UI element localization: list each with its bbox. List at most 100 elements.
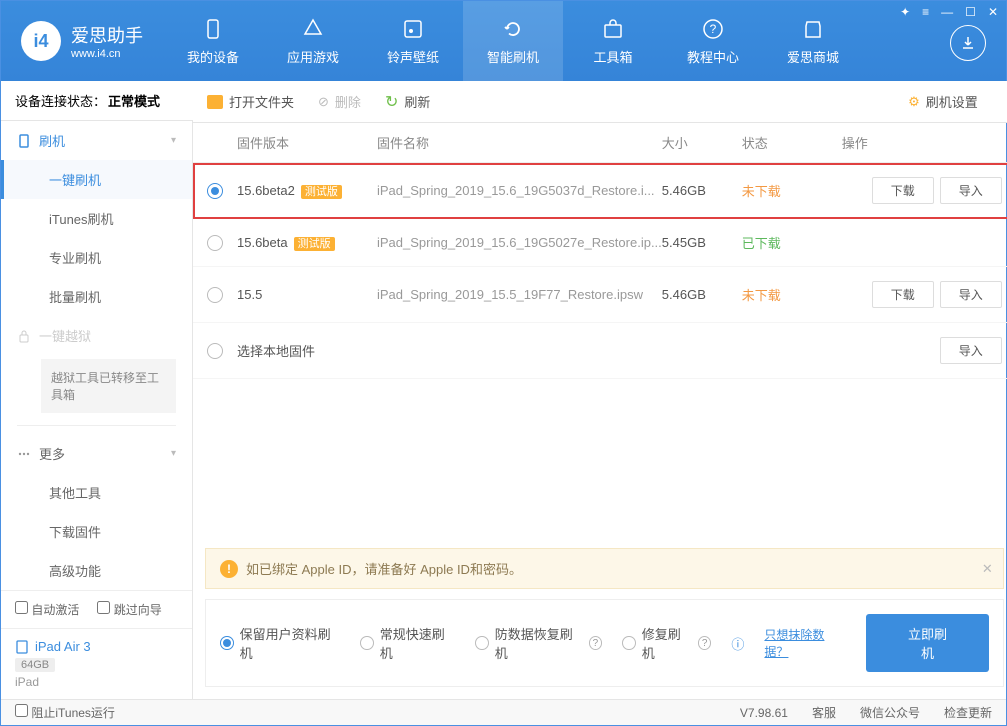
row-radio[interactable] [207,235,223,251]
nav-apps[interactable]: 应用游戏 [263,1,363,81]
firmware-table: 15.6beta2 测试版 iPad_Spring_2019_15.6_19G50… [193,163,1007,540]
nav-refresh[interactable]: 智能刷机 [463,1,563,81]
help-icon[interactable]: ? [698,636,712,650]
menu-icon[interactable]: ✦ [900,5,910,19]
sidebar-item-pro[interactable]: 专业刷机 [1,238,192,277]
device-icon [201,17,225,41]
tablet-icon [15,640,29,654]
version-text: 15.6beta2 [237,183,295,198]
sidebar-section-more[interactable]: 更多 ▾ [1,434,192,473]
close-icon[interactable]: ✕ [988,5,998,19]
firmware-row[interactable]: 15.5 iPad_Spring_2019_15.5_19F77_Restore… [193,267,1007,323]
beta-badge: 测试版 [301,185,342,199]
maximize-icon[interactable]: ☐ [965,5,976,19]
auto-activate-checkbox[interactable]: 自动激活 [15,601,79,618]
app-name: 爱思助手 [71,22,143,48]
size-text: 5.46GB [662,287,742,302]
app-url: www.i4.cn [71,48,143,60]
open-folder-button[interactable]: 打开文件夹 [207,92,294,111]
sidebar-item-advanced[interactable]: 高级功能 [1,551,192,590]
flash-icon [17,134,31,148]
download-circle-button[interactable] [950,25,986,61]
firmware-row[interactable]: 选择本地固件 导入 [193,323,1007,379]
row-radio[interactable] [207,183,223,199]
wechat-link[interactable]: 微信公众号 [860,704,920,721]
content: 打开文件夹 ⊘ 删除 ↻ 刷新 ⚙ 刷机设置 固件版本 固件名称 大小 状态 操… [193,81,1007,699]
main-nav: 我的设备应用游戏铃声壁纸智能刷机工具箱?教程中心爱思商城 [163,1,863,81]
update-link[interactable]: 检查更新 [944,704,992,721]
nav-device[interactable]: 我的设备 [163,1,263,81]
toolbox-icon [601,17,625,41]
erase-link[interactable]: 只想抹除数据？ [764,626,846,660]
option-radio[interactable] [622,636,636,650]
flash-option[interactable]: 常规快速刷机 [360,624,455,662]
refresh-button[interactable]: ↻ 刷新 [385,92,430,112]
sidebar-section-jailbreak: 一键越狱 [1,316,192,355]
flash-now-button[interactable]: 立即刷机 [866,614,989,672]
sidebar-item-itunes[interactable]: iTunes刷机 [1,199,192,238]
more-icon [17,447,31,461]
info-icon: ⓘ [731,634,744,653]
nav-help[interactable]: ?教程中心 [663,1,763,81]
help-icon: ? [701,17,725,41]
firmware-row[interactable]: 15.6beta2测试版 iPad_Spring_2019_15.6_19G50… [193,163,1007,219]
option-radio[interactable] [220,636,234,650]
flash-option[interactable]: 防数据恢复刷机? [475,624,602,662]
size-text: 5.46GB [662,183,742,198]
import-button[interactable]: 导入 [940,177,1002,204]
footer: 阻止iTunes运行 V7.98.61 客服 微信公众号 检查更新 [1,699,1006,725]
help-icon[interactable]: ? [589,636,603,650]
status-text: 已下载 [742,233,842,252]
firmware-name: iPad_Spring_2019_15.5_19F77_Restore.ipsw [377,287,662,302]
status-text: 未下载 [742,285,842,304]
sidebar-item-batch[interactable]: 批量刷机 [1,277,192,316]
firmware-row[interactable]: 15.6beta测试版 iPad_Spring_2019_15.6_19G502… [193,219,1007,267]
apps-icon [301,17,325,41]
list-icon[interactable]: ≡ [922,5,929,19]
option-radio[interactable] [475,636,489,650]
version-text: 15.6beta [237,235,288,250]
connection-status: 设备连接状态： 正常模式 [1,81,193,121]
version-label: V7.98.61 [740,706,788,720]
sidebar: 设备连接状态： 正常模式 刷机 ▾ 一键刷机 iTunes刷机 专业刷机 批量刷… [1,81,193,699]
firmware-name: iPad_Spring_2019_15.6_19G5027e_Restore.i… [377,235,662,250]
minimize-icon[interactable]: — [941,5,953,19]
table-header: 固件版本 固件名称 大小 状态 操作 [193,123,1007,163]
sidebar-item-othertools[interactable]: 其他工具 [1,473,192,512]
version-text: 15.5 [237,287,262,302]
option-radio[interactable] [360,636,374,650]
row-radio[interactable] [207,343,223,359]
download-button[interactable]: 下载 [872,281,934,308]
refresh-icon: ↻ [385,92,398,112]
sidebar-section-flash[interactable]: 刷机 ▾ [1,121,192,160]
import-button[interactable]: 导入 [940,337,1002,364]
logo: i4 爱思助手 www.i4.cn [1,21,163,61]
flash-option[interactable]: 保留用户资料刷机 [220,624,340,662]
nav-toolbox[interactable]: 工具箱 [563,1,663,81]
flash-option[interactable]: 修复刷机? [622,624,711,662]
skip-guide-checkbox[interactable]: 跳过向导 [97,601,161,618]
storage-badge: 64GB [15,658,55,672]
delete-icon: ⊘ [318,94,329,110]
header: i4 爱思助手 www.i4.cn 我的设备应用游戏铃声壁纸智能刷机工具箱?教程… [1,1,1006,81]
nav-media[interactable]: 铃声壁纸 [363,1,463,81]
block-itunes-checkbox[interactable]: 阻止iTunes运行 [15,704,115,721]
import-button[interactable]: 导入 [940,281,1002,308]
window-controls: ✦ ≡ — ☐ ✕ [900,5,998,19]
store-icon [801,17,825,41]
close-banner-button[interactable]: ✕ [982,561,993,577]
sidebar-item-oneclick[interactable]: 一键刷机 [1,160,192,199]
download-button[interactable]: 下载 [872,177,934,204]
sidebar-item-download-fw[interactable]: 下载固件 [1,512,192,551]
row-radio[interactable] [207,287,223,303]
flash-settings-button[interactable]: ⚙ 刷机设置 [908,92,978,111]
toolbar: 打开文件夹 ⊘ 删除 ↻ 刷新 ⚙ 刷机设置 [193,81,1007,123]
appleid-banner: ! 如已绑定 Apple ID，请准备好 Apple ID和密码。 ✕ [205,548,1004,589]
gear-icon: ⚙ [908,94,920,110]
chevron-down-icon: ▾ [171,135,176,146]
svg-text:?: ? [710,22,717,36]
service-link[interactable]: 客服 [812,704,836,721]
flash-options: 保留用户资料刷机常规快速刷机防数据恢复刷机? 修复刷机? ⓘ 只想抹除数据？ 立即… [205,599,1004,687]
nav-store[interactable]: 爱思商城 [763,1,863,81]
media-icon [401,17,425,41]
